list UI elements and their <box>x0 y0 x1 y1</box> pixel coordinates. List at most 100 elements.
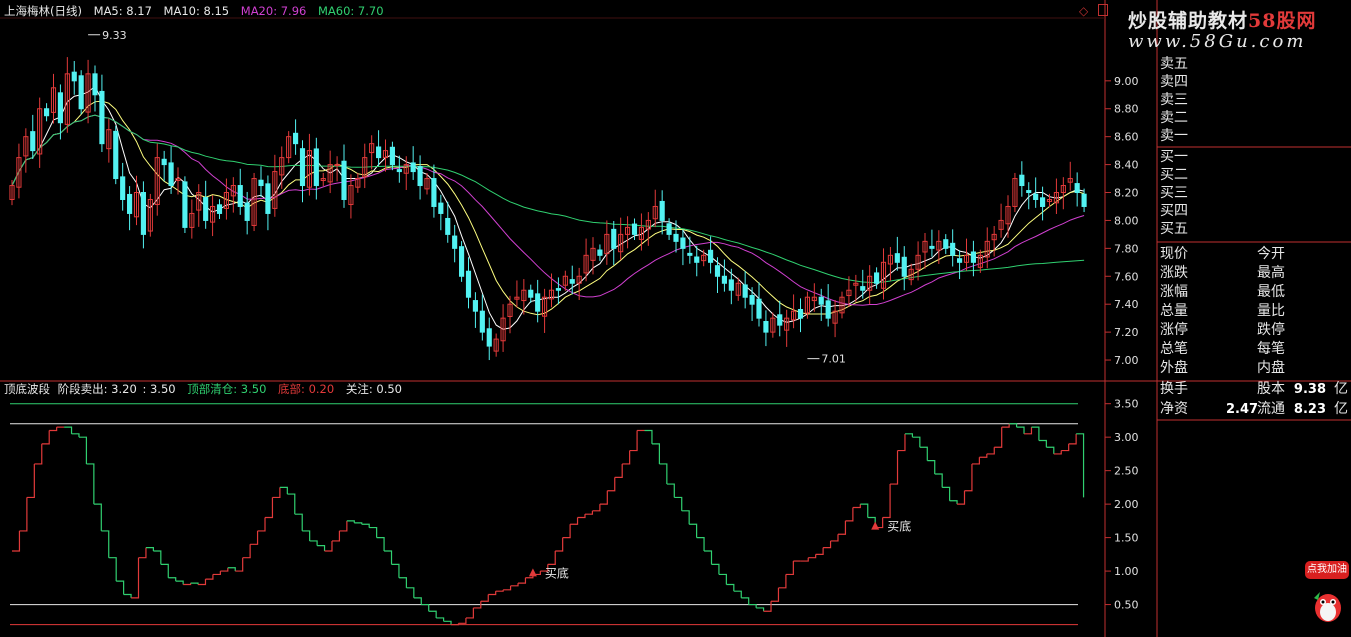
candle-body <box>44 108 50 117</box>
candle-body <box>1026 190 1032 194</box>
indicator-tick-label: 2.00 <box>1114 498 1139 511</box>
indicator-step <box>406 587 415 598</box>
buy-marker-label: 买底 <box>887 519 911 534</box>
indicator-step <box>651 443 660 464</box>
buy-level: 买二 <box>1160 167 1188 183</box>
ma-header: 上海梅林(日线) MA5: 8.17 MA10: 8.15 MA20: 7.96… <box>4 3 392 19</box>
indicator-step <box>34 443 43 465</box>
candle-body <box>874 272 880 284</box>
stage-sell-value: : 3.50 <box>142 382 176 396</box>
candle-body <box>479 310 485 333</box>
indicator-step <box>1046 446 1055 454</box>
indicator-step <box>145 547 154 551</box>
indicator-step <box>376 537 385 551</box>
indicator-step <box>331 530 341 542</box>
indicator-step <box>78 436 88 464</box>
indicator-tick-label: 2.50 <box>1114 465 1139 478</box>
close-icon[interactable]: ◇ <box>1079 4 1088 18</box>
indicator-step <box>495 589 504 592</box>
indicator-step <box>681 510 690 525</box>
sell-level: 卖三 <box>1160 92 1188 108</box>
indicator-step <box>577 514 586 519</box>
candle-body <box>168 162 174 187</box>
candle-body <box>92 73 98 96</box>
candle-body <box>216 204 223 214</box>
indicator-step <box>622 450 631 465</box>
candle-body <box>957 258 963 263</box>
candle-body <box>1081 193 1087 207</box>
indicator-step <box>168 577 177 582</box>
candle-body <box>396 169 402 173</box>
candle-body <box>1040 197 1046 207</box>
indicator-step <box>1038 439 1047 448</box>
candle-body <box>569 279 575 284</box>
candle-body <box>894 253 900 263</box>
mascot-icon[interactable] <box>1312 584 1344 624</box>
candle-body <box>341 160 347 200</box>
indicator-step <box>443 620 452 625</box>
price-tick-label: 7.60 <box>1114 270 1139 283</box>
indicator-step <box>250 530 259 545</box>
indicator-step <box>659 463 668 485</box>
indicator-step <box>949 500 958 505</box>
indicator-step <box>361 523 370 528</box>
candle-body <box>452 235 458 249</box>
candle-body <box>825 300 831 319</box>
candle-body <box>749 295 755 305</box>
candle-body <box>161 158 167 166</box>
candle-body <box>389 146 395 166</box>
price-tick-label: 9.00 <box>1114 75 1139 88</box>
indicator-step <box>555 537 564 552</box>
quote-row: 涨停 跌停 <box>1160 322 1285 338</box>
indicator-step <box>1068 433 1077 445</box>
indicator-step <box>808 554 817 559</box>
indicator-step <box>927 460 936 474</box>
candle-body <box>299 148 306 187</box>
indicator-step <box>354 522 363 525</box>
quote-row: 总量 量比 <box>1160 303 1285 319</box>
indicator-axis: 3.50 3.00 2.50 2.00 1.50 1.00 0.50 <box>10 398 1139 626</box>
indicator-step <box>398 577 407 588</box>
indicator-step <box>942 486 951 501</box>
candle-body <box>465 270 472 298</box>
candlestick-series[interactable] <box>9 57 1087 361</box>
cheer-badge-button[interactable]: 点我加油 <box>1305 561 1349 579</box>
candle-body <box>555 288 561 291</box>
sell-level: 卖二 <box>1160 110 1188 126</box>
indicator-tick-label: 0.50 <box>1114 599 1139 612</box>
indicator-step <box>309 540 318 546</box>
candle-body <box>673 233 679 242</box>
indicator-step <box>562 524 571 539</box>
candle-body <box>611 228 617 249</box>
indicator-series[interactable] <box>12 423 1085 626</box>
scrollbar[interactable] <box>1098 4 1108 16</box>
indicator-step <box>964 463 973 492</box>
indicator-step <box>860 503 869 518</box>
price-tick-label: 8.60 <box>1114 131 1139 144</box>
indicator-step <box>957 490 966 505</box>
stock-chart[interactable]: 9.00 8.80 8.60 8.40 8.20 8.00 7.80 7.60 7.40 7.20… <box>0 0 1351 637</box>
candle-body <box>721 275 727 284</box>
candle-body <box>680 237 686 249</box>
annotation-label: 9.33 <box>102 29 127 42</box>
indicator-step <box>897 433 906 452</box>
ma5-line <box>11 85 1085 330</box>
indicator-step <box>153 550 162 565</box>
indicator-step <box>919 446 928 461</box>
candle-body <box>203 197 209 221</box>
indicator-step <box>986 447 995 455</box>
ma20-label: MA20: 7.96 <box>240 4 307 18</box>
quote-row: 涨幅 最低 <box>1160 284 1285 300</box>
indicator-step <box>131 557 140 599</box>
indicator-step <box>644 429 653 444</box>
indicator-step <box>317 545 326 551</box>
indicator-step <box>1024 427 1033 435</box>
candle-body <box>763 321 769 333</box>
sell-level: 卖一 <box>1160 128 1188 144</box>
candle-body <box>127 193 133 214</box>
indicator-step <box>19 497 28 532</box>
candle-body <box>659 200 665 221</box>
indicator-step <box>756 607 765 612</box>
finance-row-turnover: 换手 股本 9.38 亿 <box>1160 381 1348 397</box>
indicator-step <box>235 557 244 572</box>
